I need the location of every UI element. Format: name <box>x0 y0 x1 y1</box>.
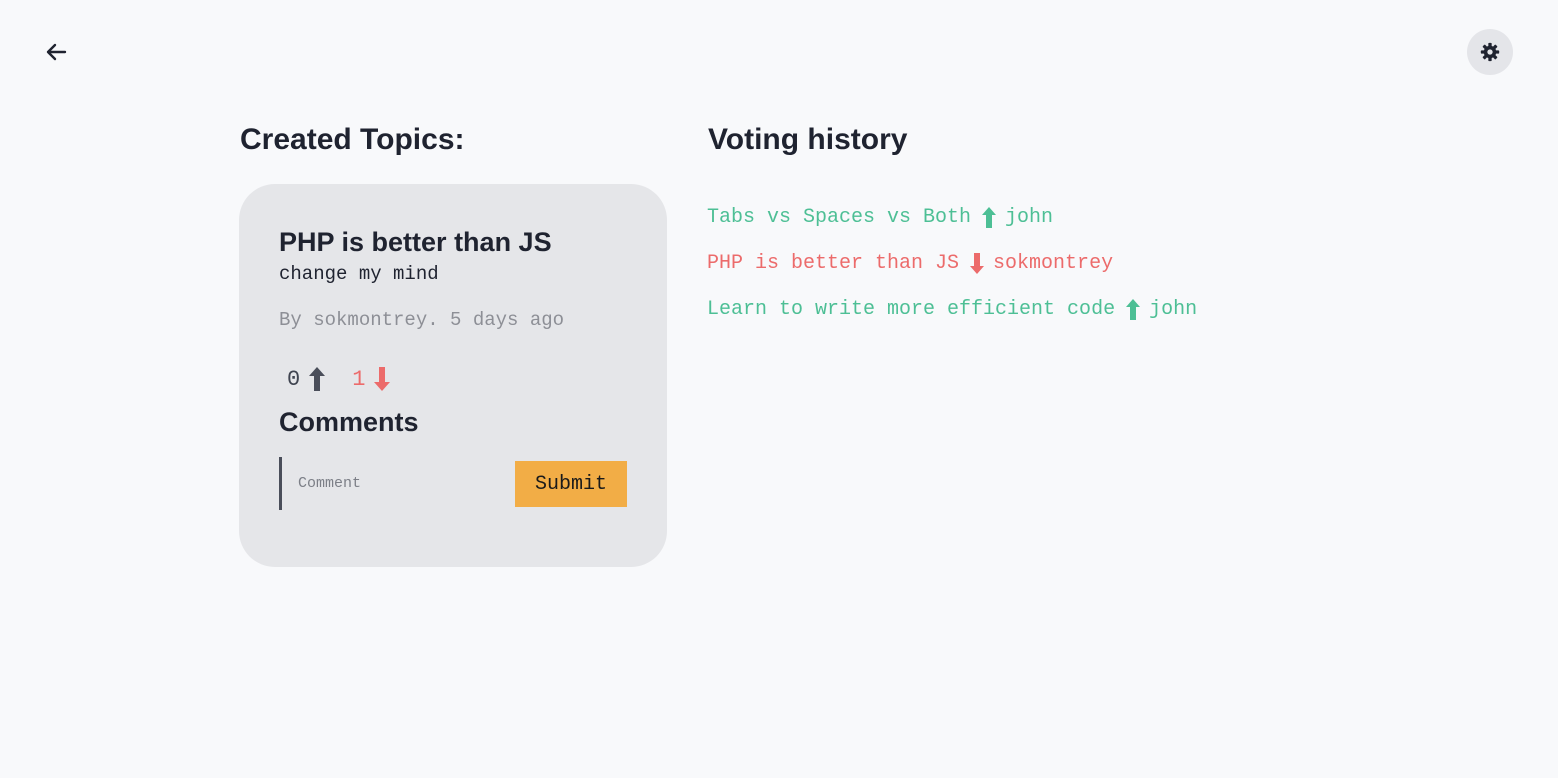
upvote-count: 0 <box>287 366 301 392</box>
arrow-down-icon <box>969 252 985 275</box>
arrow-up-icon <box>1125 298 1141 321</box>
topic-card[interactable]: PHP is better than JS change my mind By … <box>239 184 667 567</box>
arrow-up-icon <box>981 206 997 229</box>
voting-history-heading: Voting history <box>708 123 908 156</box>
submit-button[interactable]: Submit <box>515 461 627 507</box>
topic-meta: By sokmontrey. 5 days ago <box>279 309 565 331</box>
history-user: sokmontrey <box>993 251 1114 275</box>
voting-history-item[interactable]: PHP is better than JS sokmontrey <box>707 247 1197 279</box>
profile-page: Created Topics: Voting history PHP is be… <box>0 0 1558 778</box>
downvote-count: 1 <box>352 366 366 392</box>
history-topic: PHP is better than JS <box>707 251 960 275</box>
comment-input[interactable] <box>279 457 479 510</box>
vote-controls: 0 1 <box>287 364 391 394</box>
arrow-down-icon <box>374 367 391 391</box>
history-user: john <box>1005 205 1054 229</box>
upvote-button[interactable] <box>308 366 326 392</box>
arrow-up-icon <box>309 367 326 391</box>
gear-icon <box>1480 42 1500 62</box>
topic-description: change my mind <box>279 263 439 285</box>
voting-history-item[interactable]: Learn to write more efficient code john <box>707 293 1197 325</box>
history-topic: Learn to write more efficient code <box>707 297 1116 321</box>
history-topic: Tabs vs Spaces vs Both <box>707 205 972 229</box>
history-user: john <box>1149 297 1198 321</box>
arrow-left-icon <box>46 43 67 61</box>
voting-history-list: Tabs vs Spaces vs Both john PHP is better … <box>707 201 1197 339</box>
downvote-button[interactable] <box>373 366 391 392</box>
back-button[interactable] <box>38 34 74 70</box>
created-topics-heading: Created Topics: <box>240 123 465 156</box>
topic-title[interactable]: PHP is better than JS <box>279 226 552 258</box>
comments-heading: Comments <box>279 407 419 437</box>
voting-history-item[interactable]: Tabs vs Spaces vs Both john <box>707 201 1197 233</box>
settings-button[interactable] <box>1467 29 1513 75</box>
